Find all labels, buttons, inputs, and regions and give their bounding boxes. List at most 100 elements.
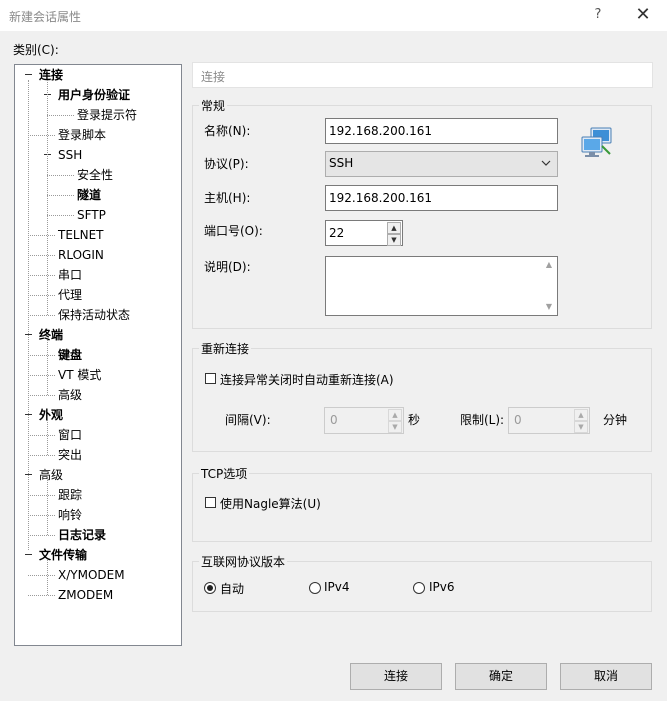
tree-item[interactable]: 代理 — [15, 286, 181, 304]
tree-item[interactable]: VT 模式 — [15, 366, 181, 384]
tree-item[interactable]: 登录提示符 — [15, 106, 181, 124]
limit-unit: 分钟 — [603, 413, 628, 427]
collapse-icon[interactable] — [24, 70, 33, 79]
protocol-select[interactable]: SSH — [325, 151, 558, 177]
tree-item-label: 窗口 — [58, 428, 83, 442]
spin-down-icon[interactable]: ▼ — [574, 421, 588, 433]
scroll-down-icon[interactable]: ▼ — [542, 300, 556, 314]
reconnect-group-title: 重新连接 — [199, 340, 252, 357]
port-stepper[interactable]: 22 ▲ ▼ — [325, 220, 403, 246]
tree-item[interactable]: 串口 — [15, 266, 181, 284]
tree-connector-line — [47, 80, 48, 315]
tree-item[interactable]: 隧道 — [15, 186, 181, 204]
title-bar: 新建会话属性 ? ✕ — [0, 0, 667, 31]
tree-item-label: 登录脚本 — [58, 128, 107, 142]
tree-item-label: 终端 — [39, 328, 64, 342]
nagle-label[interactable]: 使用Nagle算法(U) — [220, 495, 321, 512]
page-header: 连接 — [192, 62, 653, 88]
tree-connector-line — [47, 480, 48, 535]
tree-item-label: 高级 — [58, 388, 83, 402]
ipv6-label[interactable]: IPv6 — [429, 580, 455, 594]
tree-item[interactable]: 保持活动状态 — [15, 306, 181, 324]
tree-item[interactable]: 用户身份验证 — [15, 86, 181, 104]
port-value: 22 — [329, 226, 345, 240]
tree-item[interactable]: 文件传输 — [15, 546, 181, 564]
tree-item[interactable]: TELNET — [15, 226, 181, 244]
tree-item-label: 外观 — [39, 408, 64, 422]
ip-auto-radio[interactable] — [204, 582, 216, 594]
category-tree[interactable]: 连接用户身份验证登录提示符登录脚本 SSH 安全性隧道 SFTP TELNET RLOGI… — [14, 64, 182, 646]
help-button[interactable]: ? — [588, 4, 608, 26]
tree-item-label: SSH — [58, 148, 83, 162]
network-computers-icon — [581, 127, 612, 157]
auto-reconnect-label[interactable]: 连接异常关闭时自动重新连接(A) — [220, 371, 394, 388]
tree-item[interactable]: 高级 — [15, 386, 181, 404]
auto-reconnect-checkbox[interactable] — [205, 373, 216, 384]
tree-item-label: ZMODEM — [58, 588, 114, 602]
tree-item[interactable]: SSH — [15, 146, 181, 164]
nagle-checkbox[interactable] — [205, 497, 216, 508]
tree-item-label: 用户身份验证 — [58, 88, 131, 102]
interval-label: 间隔(V): — [225, 413, 271, 427]
tree-item[interactable]: X/YMODEM — [15, 566, 181, 584]
tree-item[interactable]: SFTP — [15, 206, 181, 224]
tree-item-label: RLOGIN — [58, 248, 104, 262]
tree-item[interactable]: 键盘 — [15, 346, 181, 364]
ipv6-radio[interactable] — [413, 582, 425, 594]
cancel-button[interactable]: 取消 — [560, 663, 652, 690]
description-label: 说明(D): — [204, 260, 251, 274]
tree-item-label: X/YMODEM — [58, 568, 125, 582]
limit-label: 限制(L): — [460, 413, 505, 427]
tree-item[interactable]: 登录脚本 — [15, 126, 181, 144]
spin-up-icon[interactable]: ▲ — [387, 222, 401, 234]
tree-item[interactable]: RLOGIN — [15, 246, 181, 264]
tree-item[interactable]: 窗口 — [15, 426, 181, 444]
close-button[interactable]: ✕ — [628, 3, 658, 27]
tree-item[interactable]: 终端 — [15, 326, 181, 344]
tree-item[interactable]: 安全性 — [15, 166, 181, 184]
spin-down-icon[interactable]: ▼ — [387, 234, 401, 246]
tree-connector-line — [47, 560, 48, 595]
tree-item[interactable]: ZMODEM — [15, 586, 181, 604]
tree-item-label: 隧道 — [77, 188, 102, 202]
page-header-title: 连接 — [201, 70, 226, 84]
description-scrollbar[interactable]: ▲ ▼ — [542, 258, 556, 314]
chevron-down-icon — [541, 160, 551, 166]
tree-item[interactable]: 连接 — [15, 66, 181, 84]
tree-item[interactable]: 突出 — [15, 446, 181, 464]
ip-auto-label[interactable]: 自动 — [220, 580, 244, 597]
host-input[interactable]: 192.168.200.161 — [325, 185, 558, 211]
connect-button[interactable]: 连接 — [350, 663, 442, 690]
ipv4-label[interactable]: IPv4 — [324, 580, 350, 594]
name-input[interactable]: 192.168.200.161 — [325, 118, 558, 144]
interval-stepper[interactable]: 0 ▲ ▼ — [324, 407, 404, 434]
tree-item[interactable]: 日志记录 — [15, 526, 181, 544]
collapse-icon[interactable] — [24, 550, 33, 559]
ok-button[interactable]: 确定 — [455, 663, 547, 690]
description-textarea[interactable]: ▲ ▼ — [325, 256, 558, 316]
tree-item[interactable]: 外观 — [15, 406, 181, 424]
tree-connector-line — [47, 420, 48, 455]
tree-connector-line — [47, 340, 48, 395]
window-title: 新建会话属性 — [9, 10, 82, 24]
tree-item-label: 高级 — [39, 468, 64, 482]
spin-up-icon[interactable]: ▲ — [574, 409, 588, 421]
limit-stepper[interactable]: 0 ▲ ▼ — [508, 407, 590, 434]
ipv4-radio[interactable] — [309, 582, 321, 594]
scroll-up-icon[interactable]: ▲ — [542, 258, 556, 272]
tree-item-label: 响铃 — [58, 508, 83, 522]
spin-down-icon[interactable]: ▼ — [388, 421, 402, 433]
spin-up-icon[interactable]: ▲ — [388, 409, 402, 421]
tree-item-label: 登录提示符 — [77, 108, 138, 122]
protocol-label: 协议(P): — [204, 157, 249, 171]
tree-item[interactable]: 响铃 — [15, 506, 181, 524]
tree-item-label: 突出 — [58, 448, 83, 462]
tree-item-label: SFTP — [77, 208, 106, 222]
tree-item-label: 串口 — [58, 268, 83, 282]
tree-item[interactable]: 高级 — [15, 466, 181, 484]
tree-item-label: 连接 — [39, 68, 64, 82]
ip-version-group-title: 互联网协议版本 — [199, 553, 288, 570]
port-label: 端口号(O): — [204, 224, 263, 238]
tree-item-label: VT 模式 — [58, 368, 102, 382]
tree-item[interactable]: 跟踪 — [15, 486, 181, 504]
